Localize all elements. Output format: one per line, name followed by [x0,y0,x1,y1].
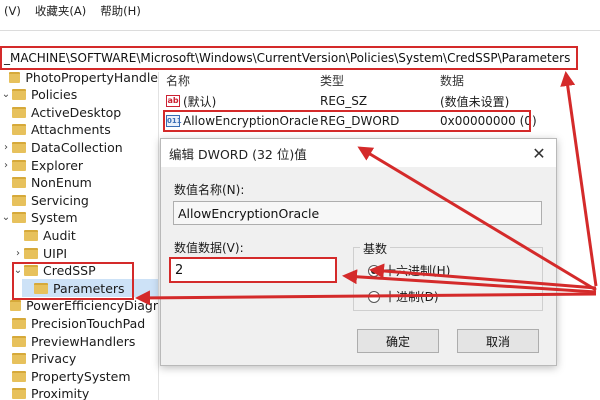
folder-icon [12,159,26,171]
value-row-highlight-box [163,110,531,132]
tree-highlight-box [12,262,134,300]
tree-node-label: NonEnum [31,175,92,191]
arrow-to-address-bar [560,71,598,287]
folder-icon [12,335,26,347]
value-row-default[interactable]: ab (默认) [166,91,216,111]
cancel-button[interactable]: 取消 [457,329,539,353]
tree-node-previewhandlers[interactable]: PreviewHandlers [0,332,158,350]
tree-node-policies[interactable]: ⌄ Policies [0,86,158,104]
folder-icon [12,89,26,101]
menu-help[interactable]: 帮助(H) [100,3,141,19]
tree-node-label: Attachments [31,122,111,138]
tree-node-attachments[interactable]: Attachments [0,121,158,139]
tree-node-label: PrecisionTouchPad [31,315,146,331]
tree-node-datacollection[interactable]: › DataCollection [0,138,158,156]
folder-icon [12,177,26,189]
radio-hex-label: 十六进制(H) [384,264,451,278]
column-header-name[interactable]: 名称 [166,72,190,90]
tree-node-label: System [31,210,78,226]
tree-node-label: Explorer [31,157,84,173]
folder-icon [12,353,26,365]
string-value-icon: ab [166,95,180,107]
value-data: (数值未设置) [440,94,510,109]
tree-node-precisiontouchpad[interactable]: PrecisionTouchPad [0,314,158,332]
tree-node-explorer[interactable]: › Explorer [0,156,158,174]
base-group: 基数 十六进制(H) 十进制(D) [353,240,543,311]
menu-view[interactable]: (V) [4,4,21,18]
radio-selected-icon [368,264,380,277]
folder-icon [12,106,26,118]
address-path: _MACHINE\SOFTWARE\Microsoft\Windows\Curr… [4,51,571,65]
tree-node-label: Servicing [31,192,89,208]
folder-icon [9,72,21,83]
menu-favorites[interactable]: 收藏夹(A) [35,3,86,19]
tree-node-label: ActiveDesktop [31,104,122,120]
tree-node-label: PowerEfficiencyDiagr [26,298,158,314]
radio-decimal[interactable]: 十进制(D) [368,288,439,305]
menu-bar: (V) 收藏夹(A) 帮助(H) [0,0,600,22]
tree-node-privacy[interactable]: Privacy [0,350,158,368]
tree-node-audit[interactable]: Audit [12,226,158,244]
tree-node-activedesktop[interactable]: ActiveDesktop [0,103,158,121]
tree-node-label: Proximity [31,386,90,400]
tree-node-photopropertyhandle[interactable]: PhotoPropertyHandle [0,72,158,86]
folder-icon [12,124,26,136]
folder-icon [9,300,22,312]
chevron-icon[interactable]: ⌄ [0,212,12,223]
column-header-type[interactable]: 类型 [320,72,344,90]
chevron-icon[interactable]: › [12,248,24,259]
tree-node-label: DataCollection [31,139,123,155]
folder-icon [12,370,26,382]
folder-icon [12,388,26,400]
tree-node-label: Policies [31,87,78,103]
tree-node-label: PropertySystem [31,368,131,384]
tree-node-uipi[interactable]: › UIPI [12,244,158,262]
tree-node-propertysystem[interactable]: PropertySystem [0,367,158,385]
dialog-titlebar[interactable]: 编辑 DWORD (32 位)值 ✕ [161,139,556,167]
value-name-field: AllowEncryptionOracle [173,201,542,225]
tree-node-label: Audit [43,227,76,243]
folder-icon [12,212,26,224]
folder-icon [12,141,26,153]
address-bar[interactable]: _MACHINE\SOFTWARE\Microsoft\Windows\Curr… [0,46,578,70]
value-name-label: 数值名称(N): [174,183,245,197]
radio-unselected-icon [368,290,380,303]
tree-node-label: PreviewHandlers [31,333,136,349]
pane-divider[interactable] [158,72,159,400]
chevron-icon[interactable]: › [0,142,12,153]
value-data-label: 数值数据(V): [174,241,244,255]
tree-node-servicing[interactable]: Servicing [0,191,158,209]
column-header-data[interactable]: 数据 [440,72,464,90]
value-data-input[interactable]: 2 [169,257,337,283]
menu-divider [0,30,600,31]
tree-node-label: PhotoPropertyHandle [25,72,158,85]
radio-hexadecimal[interactable]: 十六进制(H) [368,262,450,279]
value-type: REG_SZ [320,94,368,108]
tree-node-label: UIPI [43,245,68,261]
radio-dec-label: 十进制(D) [384,290,439,304]
folder-icon [12,317,26,329]
tree-node-nonenum[interactable]: NonEnum [0,174,158,192]
base-group-title: 基数 [360,240,391,257]
tree-node-proximity[interactable]: Proximity [0,385,158,400]
dialog-title: 编辑 DWORD (32 位)值 [169,146,307,162]
tree-node-label: Privacy [31,351,77,367]
edit-dword-dialog: 编辑 DWORD (32 位)值 ✕ 数值名称(N): AllowEncrypt… [160,138,557,366]
folder-icon [24,229,38,241]
ok-button[interactable]: 确定 [357,329,439,353]
close-icon[interactable]: ✕ [530,144,548,163]
tree-node-system[interactable]: ⌄ System [0,209,158,227]
folder-icon [24,247,38,259]
value-name: (默认) [183,94,217,109]
chevron-icon[interactable]: ⌄ [0,89,12,100]
chevron-icon[interactable]: › [0,160,12,171]
folder-icon [12,194,26,206]
registry-tree: PhotoPropertyHandle ⌄ Policies ActiveDeskto… [0,72,158,400]
